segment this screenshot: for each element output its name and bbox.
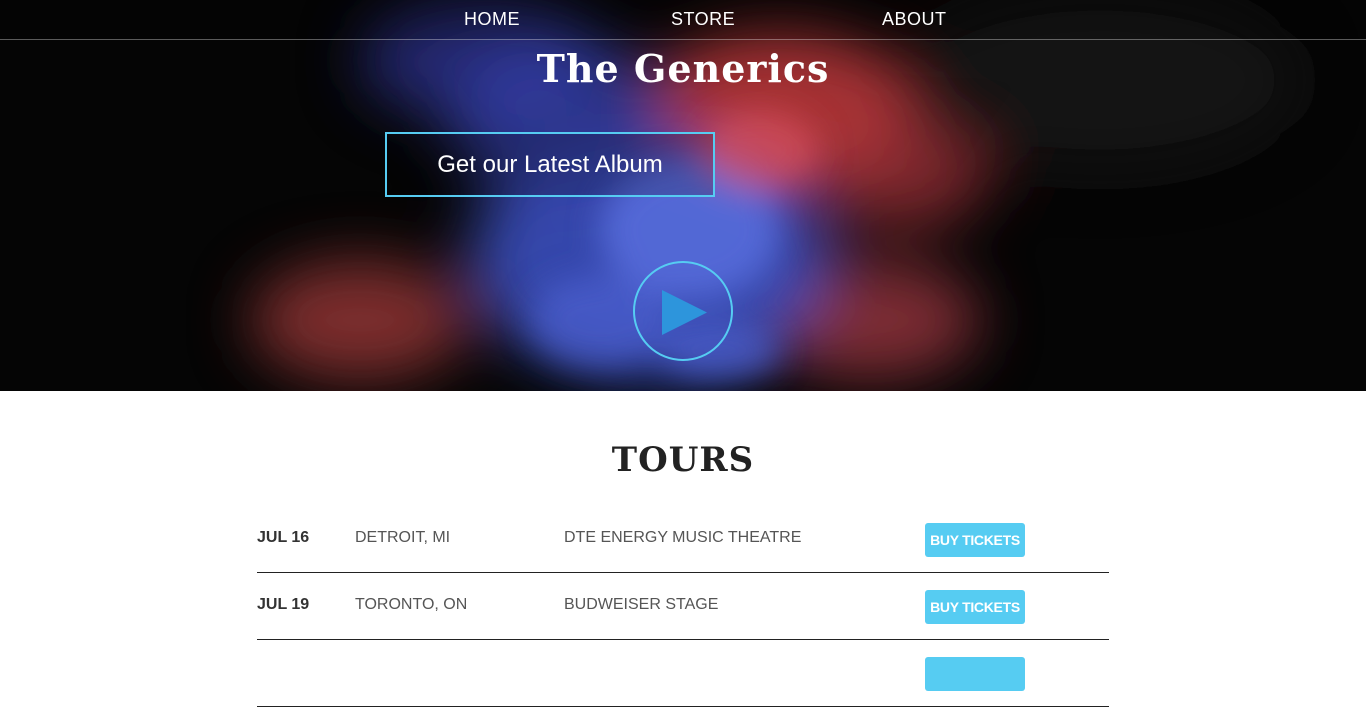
nav-item-home[interactable]: HOME	[464, 9, 520, 30]
site-title: The Generics	[536, 46, 830, 91]
tour-date: JUL 19	[257, 596, 310, 613]
buy-tickets-button[interactable]	[925, 657, 1025, 691]
nav-item-about[interactable]: ABOUT	[882, 9, 947, 30]
tour-row: JUL 19 TORONTO, ON BUDWEISER STAGE BUY T…	[257, 573, 1109, 640]
buy-tickets-button[interactable]: BUY TICKETS	[925, 523, 1025, 557]
tour-row: JUL 16 DETROIT, MI DTE ENERGY MUSIC THEA…	[257, 506, 1109, 573]
tour-row	[257, 640, 1109, 707]
hero-section: HOME STORE ABOUT The Generics Get our La…	[0, 0, 1366, 391]
play-icon	[662, 290, 707, 335]
top-navigation: HOME STORE ABOUT	[0, 0, 1366, 40]
tour-list: JUL 16 DETROIT, MI DTE ENERGY MUSIC THEA…	[257, 506, 1109, 707]
tour-date: JUL 16	[257, 529, 310, 546]
tour-city: TORONTO, ON	[355, 596, 468, 613]
latest-album-button[interactable]: Get our Latest Album	[385, 132, 715, 197]
tour-venue: BUDWEISER STAGE	[564, 596, 719, 613]
tours-heading: TOURS	[611, 440, 755, 480]
play-button[interactable]	[633, 261, 733, 361]
tour-city: DETROIT, MI	[355, 529, 451, 546]
buy-tickets-button[interactable]: BUY TICKETS	[925, 590, 1025, 624]
tour-venue: DTE ENERGY MUSIC THEATRE	[564, 529, 802, 546]
nav-item-store[interactable]: STORE	[671, 9, 735, 30]
